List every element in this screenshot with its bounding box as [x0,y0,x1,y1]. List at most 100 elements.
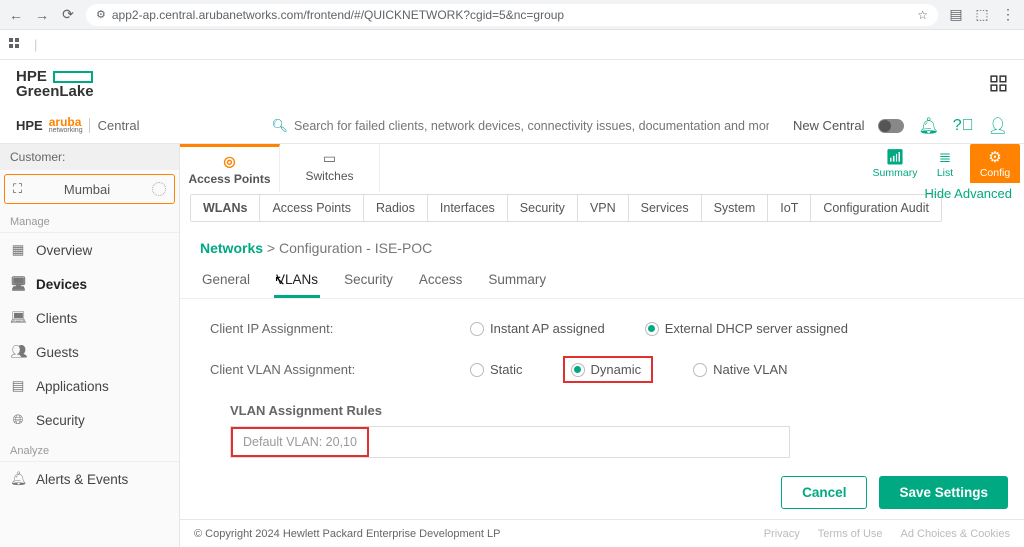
subtab-system[interactable]: System [702,195,769,221]
vlan-rules-section: VLAN Assignment Rules Default VLAN: 20,1… [210,393,994,458]
sidebar-item-security[interactable]: 🌐︎Security [0,403,179,437]
new-central-label: New Central [793,118,865,133]
config-icon: ⚙ [970,148,1020,166]
breadcrumb-networks[interactable]: Networks [200,240,263,256]
site-info-icon[interactable]: ⚙ [96,8,106,21]
ctab-general[interactable]: General [200,272,252,298]
ctab-vlans[interactable]: VLANs [274,272,320,298]
tab-switches[interactable]: ▭Switches [280,144,380,192]
wlan-config-tabs: General VLANs Security Access Summary [180,260,1024,299]
footer-bar: © Copyright 2024 Hewlett Packard Enterpr… [180,519,1024,547]
sidebar-item-overview[interactable]: ▦Overview [0,233,179,267]
copyright-text: © Copyright 2024 Hewlett Packard Enterpr… [194,528,500,540]
global-search[interactable]: 🔍︎ [272,118,769,134]
radio-label: Instant AP assigned [490,321,605,336]
back-icon[interactable]: ← [8,7,24,23]
client-ip-row: Client IP Assignment: Instant AP assigne… [210,311,994,346]
clients-icon: 💻︎ [10,310,26,326]
save-settings-button[interactable]: Save Settings [879,476,1008,509]
footer-terms[interactable]: Terms of Use [818,528,883,540]
hide-advanced-link[interactable]: Hide Advanced [925,186,1012,201]
bookmarks-bar: | [0,30,1024,60]
form-action-bar: Cancel Save Settings [777,468,1012,517]
ctab-access[interactable]: Access [417,272,465,298]
subtab-radios[interactable]: Radios [364,195,428,221]
sidebar-item-applications[interactable]: ▤ Applications [0,369,179,403]
help-icon[interactable]: ?⃝ [953,117,974,135]
extension-icon[interactable]: ▤ [948,7,964,23]
view-list[interactable]: ≣List [920,144,970,183]
radio-external-dhcp[interactable]: External DHCP server assigned [645,321,848,336]
user-icon[interactable]: 👤︎ [988,116,1008,136]
new-central-toggle[interactable] [878,119,904,133]
radio-icon [571,363,585,377]
bookmark-icon[interactable]: ☆ [917,8,928,22]
app-launcher-icon[interactable] [990,75,1008,93]
switch-icon: ▭ [280,150,379,167]
tab-access-points[interactable]: ◎Access Points [180,144,280,192]
hpe-header: HPE GreenLake [0,60,1024,108]
sidebar-item-devices[interactable]: 🖥︎Devices [0,267,179,301]
vlan-rules-box: Default VLAN: 20,10 [230,426,790,458]
view-label: Config [980,167,1010,179]
sidebar-item-label: Alerts & Events [36,472,128,487]
subtab-security[interactable]: Security [508,195,578,221]
client-vlan-label: Client VLAN Assignment: [210,362,450,377]
hpe-greenlake-logo[interactable]: HPE GreenLake [16,69,94,99]
header-actions: New Central 🔔︎ ?⃝ 👤︎ [793,116,1008,136]
view-summary[interactable]: 📶︎Summary [870,144,920,183]
view-label: Summary [873,167,918,179]
puzzle-icon[interactable]: ⬚ [974,7,990,23]
search-input[interactable] [294,119,769,133]
greenlake-text: GreenLake [16,84,94,99]
ctab-security[interactable]: Security [342,272,395,298]
security-icon: 🌐︎ [10,412,26,428]
subtab-interfaces[interactable]: Interfaces [428,195,508,221]
view-mode-actions: 📶︎Summary ≣List ⚙Config [870,144,1024,183]
hpe-text: HPE [16,69,47,84]
view-label: List [937,167,953,179]
url-bar[interactable]: ⚙ app2-ap.central.arubanetworks.com/fron… [86,4,938,26]
forward-icon[interactable]: → [34,7,50,23]
list-icon: ≣ [920,148,970,166]
cancel-button[interactable]: Cancel [781,476,867,509]
radio-icon [645,322,659,336]
radio-native-vlan[interactable]: Native VLAN [693,362,787,377]
menu-icon[interactable]: ⋮ [1000,7,1016,23]
hpe-bold: HPE [16,118,43,133]
footer-privacy[interactable]: Privacy [764,528,800,540]
sidebar-item-label: Devices [36,277,87,292]
ctab-summary[interactable]: Summary [486,272,548,298]
networking-text: networking [49,128,83,134]
apps-icon[interactable] [8,37,24,53]
view-config[interactable]: ⚙Config [970,144,1020,183]
client-ip-label: Client IP Assignment: [210,321,450,336]
sidebar-item-label: Overview [36,243,92,258]
sidebar-item-alerts[interactable]: 🔔︎Alerts & Events [0,462,179,496]
tab-label: Access Points [188,172,270,186]
subtab-iot[interactable]: IoT [768,195,811,221]
sidebar-item-label: Applications [36,379,109,394]
applications-icon: ▤ [10,378,26,394]
hpe-element-icon [53,71,93,83]
radio-static[interactable]: Static [470,362,523,377]
subtab-vpn[interactable]: VPN [578,195,629,221]
subtab-services[interactable]: Services [629,195,702,221]
subtab-config-audit[interactable]: Configuration Audit [811,195,941,221]
reload-icon[interactable]: ⟳ [60,7,76,23]
summary-icon: 📶︎ [870,148,920,166]
default-vlan-value[interactable]: Default VLAN: 20,10 [231,427,369,457]
radio-iap-assigned[interactable]: Instant AP assigned [470,321,605,336]
device-type-tabs: ◎Access Points ▭Switches [180,144,380,192]
footer-adchoices[interactable]: Ad Choices & Cookies [901,528,1010,540]
bell-icon[interactable]: 🔔︎ [918,116,938,136]
sidebar-item-guests[interactable]: 👥︎Guests [0,335,179,369]
radio-dynamic[interactable]: Dynamic [563,356,654,383]
subtab-wlans[interactable]: WLANs [191,195,260,221]
aruba-central-logo[interactable]: HPE aruba networking Central [16,117,140,134]
sidebar-item-clients[interactable]: 💻︎Clients [0,301,179,335]
radio-label: External DHCP server assigned [665,321,848,336]
location-selector[interactable]: ⛶ Mumbai [4,174,175,204]
customer-label: Customer: [0,144,179,170]
subtab-access-points[interactable]: Access Points [260,195,364,221]
